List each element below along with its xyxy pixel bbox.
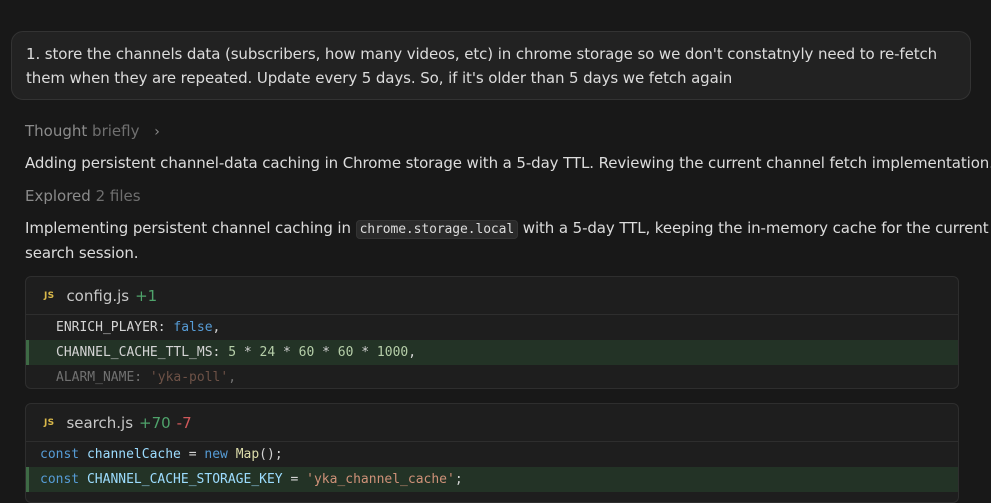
- code-line-text: const CHANNEL_CACHE_STORAGE_KEY = 'yka_c…: [40, 472, 463, 487]
- code-line-text: CHANNEL_CACHE_TTL_MS: 5 * 24 * 60 * 60 *…: [56, 345, 417, 360]
- inline-code: chrome.storage.local: [355, 220, 519, 239]
- diff-card-header[interactable]: JS config.js +1: [26, 277, 958, 315]
- diff-code: ENRICH_PLAYER: false, CHANNEL_CACHE_TTL_…: [26, 315, 958, 388]
- assistant-message-2: Implementing persistent channel caching …: [25, 219, 989, 239]
- assistant-message-2-after: with a 5-day TTL, keeping the in-memory …: [518, 219, 989, 237]
- code-line-added: CHANNEL_CACHE_TTL_MS: 5 * 24 * 60 * 60 *…: [26, 340, 958, 365]
- diff-card-search[interactable]: JS search.js +70 -7 const channelCache =…: [25, 403, 959, 503]
- diff-additions: +1: [135, 286, 158, 305]
- code-line-text: const channelCache = new Map();: [40, 447, 283, 462]
- code-line: const channelCache = new Map();: [26, 442, 958, 467]
- user-message-line-2: them when they are repeated. Update ever…: [26, 69, 733, 87]
- diff-deletions: -7: [176, 413, 192, 432]
- code-line: ALARM_NAME: 'yka-poll',: [26, 365, 958, 388]
- code-line-text: ALARM_NAME: 'yka-poll',: [56, 370, 237, 385]
- user-message-bubble: 1. store the channels data (subscribers,…: [11, 31, 971, 100]
- assistant-message-1: Adding persistent channel-data caching i…: [25, 154, 991, 172]
- assistant-message-2-line-2: search session.: [25, 244, 139, 262]
- diff-card-config[interactable]: JS config.js +1 ENRICH_PLAYER: false, CH…: [25, 276, 959, 389]
- diff-card-header[interactable]: JS search.js +70 -7: [26, 404, 958, 442]
- code-line-text: ENRICH_PLAYER: false,: [56, 320, 221, 335]
- thought-detail: briefly: [92, 122, 140, 140]
- user-message-line-1: 1. store the channels data (subscribers,…: [26, 45, 938, 63]
- explored-detail: 2 files: [95, 187, 141, 205]
- chevron-right-icon: ›: [154, 124, 160, 140]
- diff-filename: config.js: [66, 286, 130, 305]
- explored-label: Explored: [25, 187, 91, 205]
- assistant-message-2-before: Implementing persistent channel caching …: [25, 219, 356, 237]
- code-line: ENRICH_PLAYER: false,: [26, 315, 958, 340]
- js-file-icon: JS: [44, 417, 55, 428]
- thought-label: Thought: [25, 122, 88, 140]
- diff-filename: search.js: [66, 413, 134, 432]
- thought-toggle[interactable]: Thought briefly ›: [25, 122, 160, 140]
- explored-toggle[interactable]: Explored 2 files: [25, 187, 141, 205]
- js-file-icon: JS: [44, 290, 55, 301]
- diff-additions: +70: [139, 413, 171, 432]
- diff-code: const channelCache = new Map(); const CH…: [26, 442, 958, 492]
- code-line-added: const CHANNEL_CACHE_STORAGE_KEY = 'yka_c…: [26, 467, 958, 492]
